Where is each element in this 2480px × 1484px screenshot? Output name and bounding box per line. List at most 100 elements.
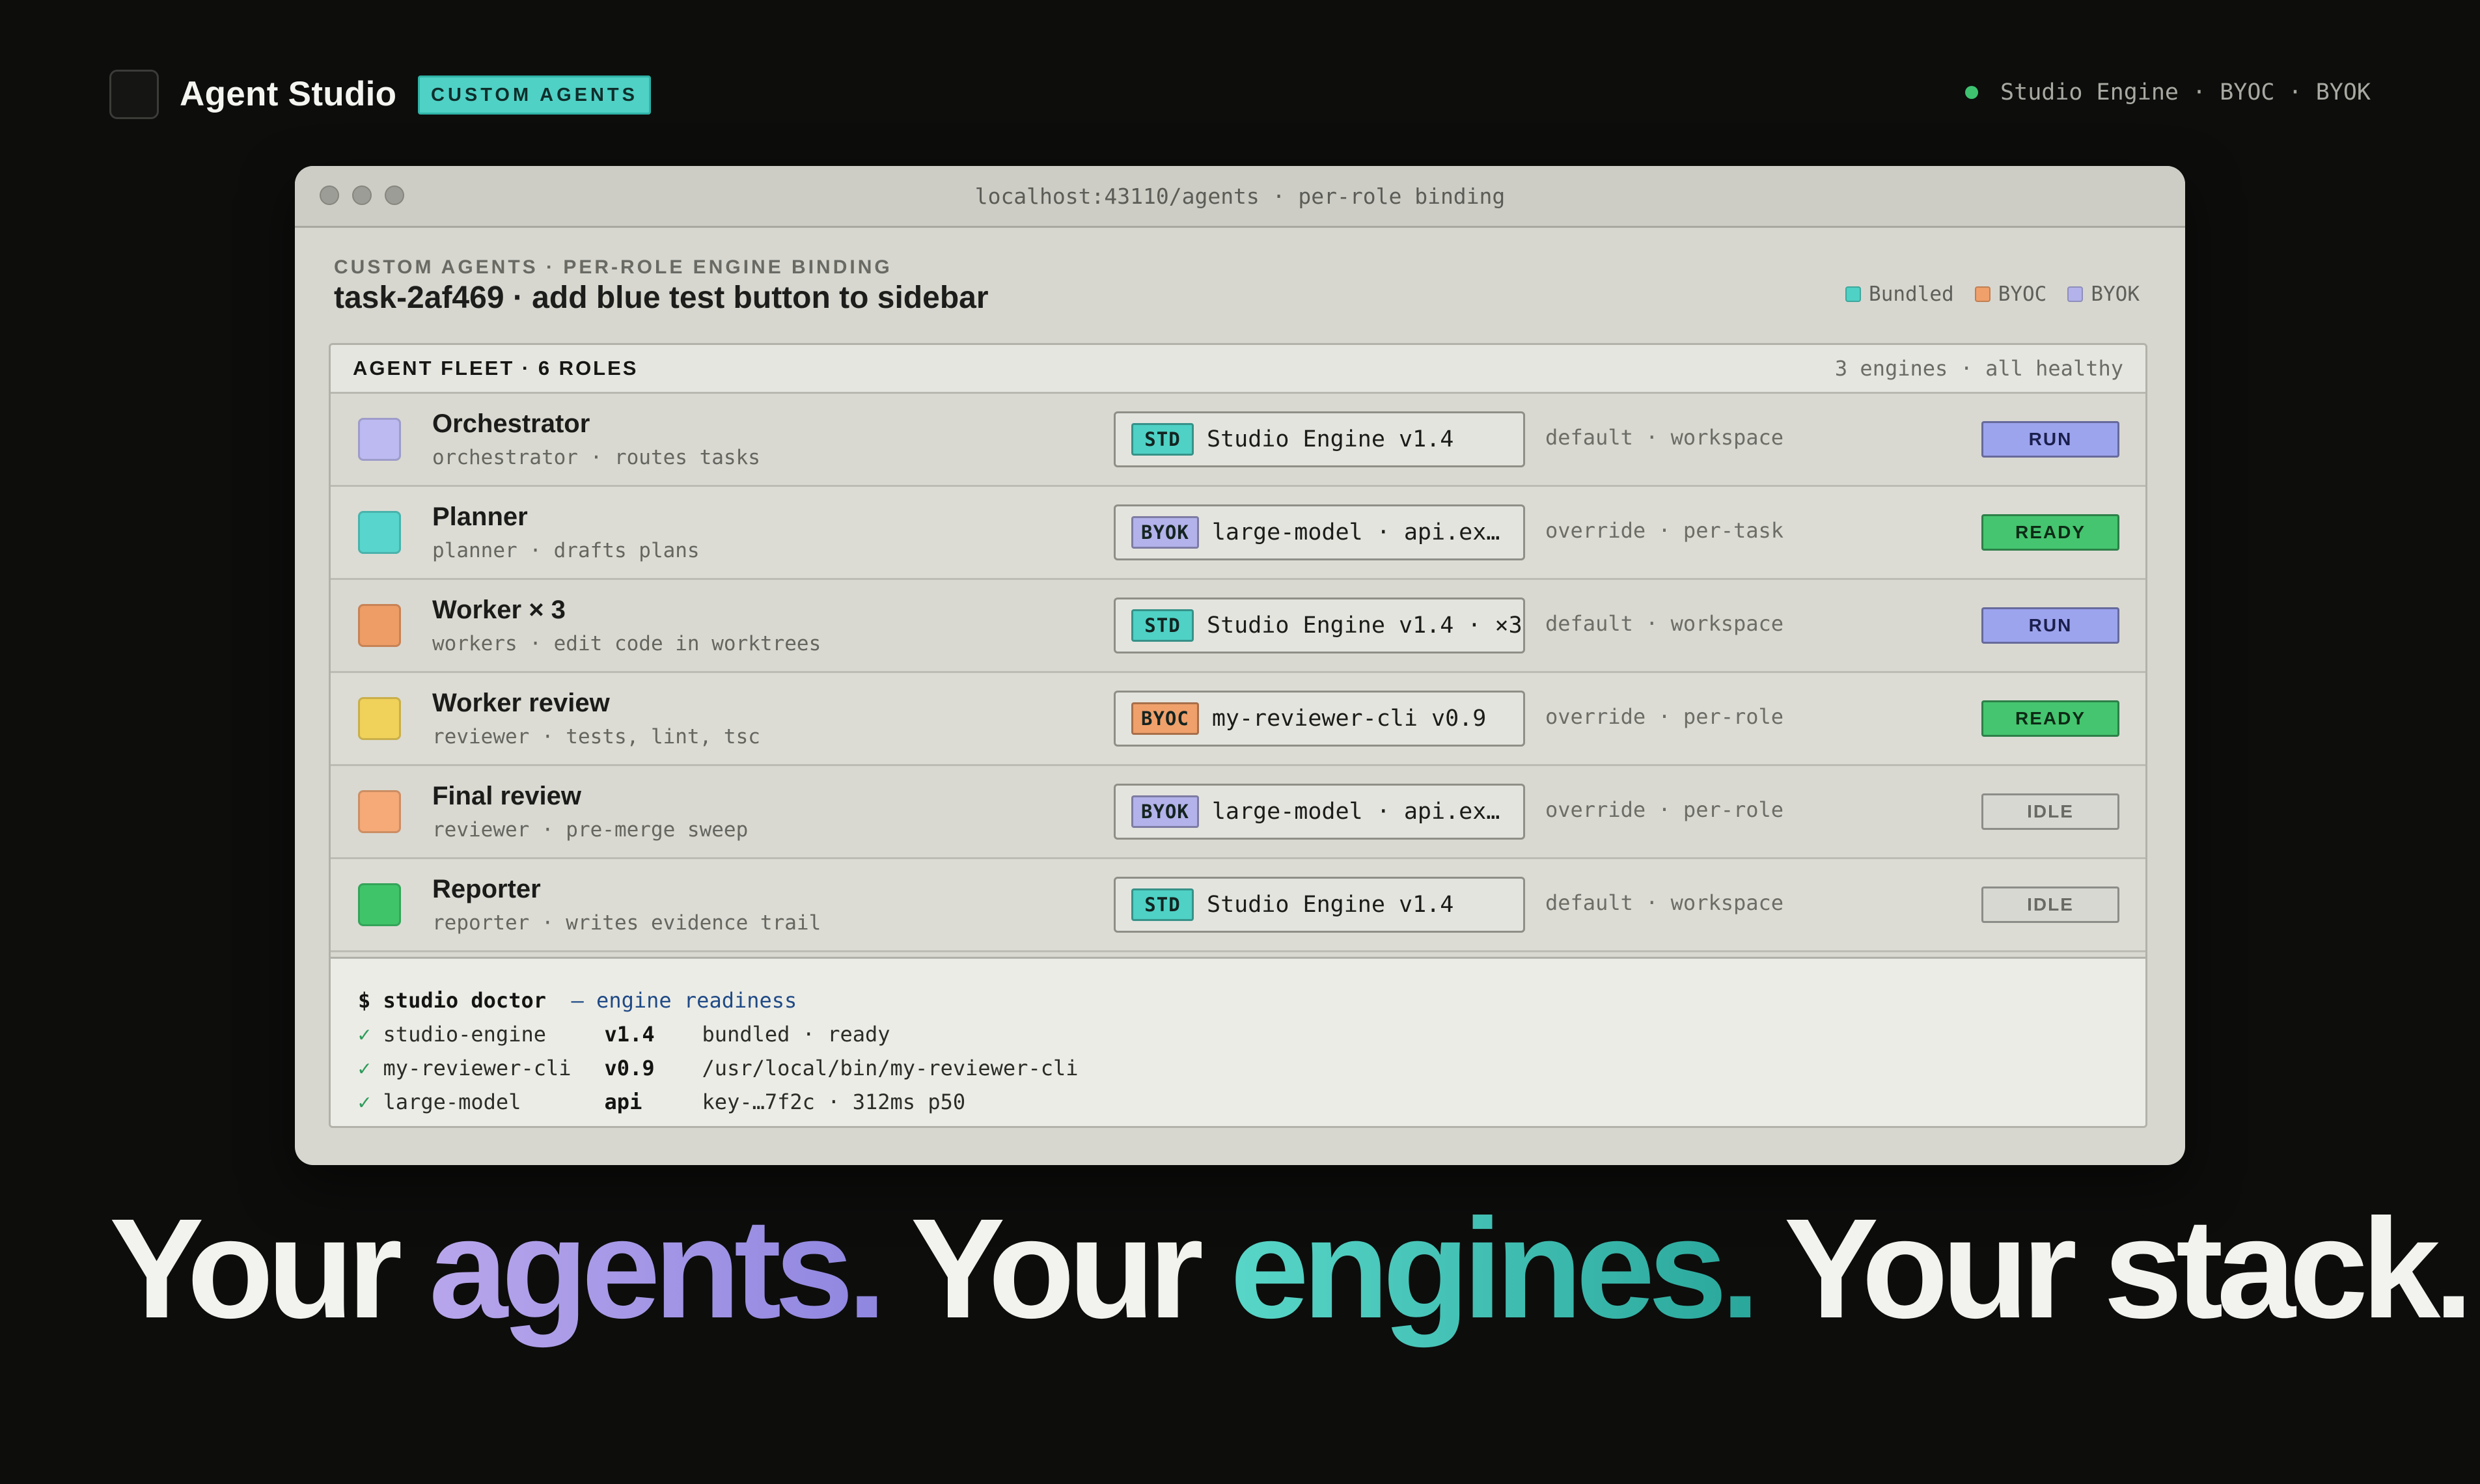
- check-icon: ✓: [358, 1022, 371, 1047]
- engine-selector[interactable]: STD Studio Engine v1.4: [1114, 411, 1525, 467]
- agent-role-list: Orchestrator orchestrator · routes tasks S…: [331, 394, 2145, 952]
- byok-swatch-icon: [2067, 286, 2084, 302]
- role-state-button[interactable]: IDLE: [1981, 886, 2119, 923]
- doctor-check-row: ✓ my-reviewer-cli v0.9/usr/local/bin/my-r…: [358, 1051, 2119, 1085]
- address-bar[interactable]: localhost:43110/agents · per-role bindin…: [295, 166, 2185, 226]
- custom-agents-badge: CUSTOM AGENTS: [418, 76, 651, 115]
- legend-label: BYOK: [2091, 282, 2140, 306]
- engine-type-tag: BYOK: [1131, 795, 1199, 828]
- window-titlebar: localhost:43110/agents · per-role bindin…: [295, 166, 2185, 228]
- legend-label: Bundled: [1869, 282, 1954, 306]
- bundled-swatch-icon: [1845, 286, 1862, 302]
- hero-agents-highlight: agents.: [428, 1190, 887, 1348]
- role-description: reporter · writes evidence trail: [432, 911, 821, 935]
- engine-selector[interactable]: BYOK large-model · api.ex…: [1114, 504, 1525, 560]
- legend-item-byok: BYOK: [2067, 282, 2140, 306]
- engine-type-tag: BYOK: [1131, 516, 1199, 549]
- legend-item-bundled: Bundled: [1845, 282, 1954, 306]
- doctor-terminal: $ studio doctor — engine readiness ✓ stu…: [331, 957, 2145, 1126]
- engine-name: large-model · api.ex…: [1211, 519, 1500, 545]
- page-content: CUSTOM AGENTS · PER-ROLE ENGINE BINDING …: [329, 254, 2147, 1165]
- engine-name: Studio Engine v1.4: [1207, 426, 1454, 452]
- engine-name: Studio Engine v1.4: [1207, 892, 1454, 918]
- hero-part: Your stack.: [1754, 1190, 2473, 1348]
- hero-engines-highlight: engines.: [1230, 1190, 1760, 1348]
- check-name: large-model: [383, 1090, 521, 1114]
- engine-legend: Bundled BYOC BYOK: [1825, 282, 2140, 306]
- engine-type-tag: STD: [1131, 423, 1194, 456]
- check-version: v1.4: [604, 1022, 655, 1047]
- agent-role-row[interactable]: Worker × 3 workers · edit code in worktre…: [331, 580, 2145, 673]
- role-name: Worker review: [432, 689, 610, 717]
- engine-type-tag: STD: [1131, 888, 1194, 921]
- role-state-button[interactable]: READY: [1981, 514, 2119, 551]
- check-icon: ✓: [358, 1056, 371, 1080]
- terminal-command-line: $ studio doctor — engine readiness: [358, 983, 2119, 1017]
- engine-status: Studio Engine · BYOC · BYOK: [1965, 79, 2371, 105]
- engine-selector[interactable]: STD Studio Engine v1.4 · ×3: [1114, 598, 1525, 653]
- role-name: Orchestrator: [432, 409, 590, 438]
- role-color-icon: [358, 418, 401, 461]
- hero-tagline: Your agents. Your engines. Your stack.: [109, 1190, 2473, 1348]
- app-title: Agent Studio: [180, 75, 397, 113]
- agent-role-row[interactable]: Final review reviewer · pre-merge sweep BY…: [331, 766, 2145, 859]
- terminal-prompt: $ studio doctor: [358, 988, 546, 1013]
- engine-selector[interactable]: BYOC my-reviewer-cli v0.9: [1114, 691, 1525, 747]
- role-color-icon: [358, 697, 401, 740]
- role-name: Planner: [432, 502, 528, 531]
- engine-selector[interactable]: STD Studio Engine v1.4: [1114, 877, 1525, 933]
- status-dot-icon: [1965, 86, 1979, 99]
- agent-role-row[interactable]: Orchestrator orchestrator · routes tasks S…: [331, 394, 2145, 487]
- engine-name: Studio Engine v1.4 · ×3: [1207, 612, 1522, 639]
- role-color-icon: [358, 604, 401, 647]
- role-color-icon: [358, 790, 401, 833]
- legend-label: BYOC: [1998, 282, 2047, 306]
- browser-window: localhost:43110/agents · per-role bindin…: [295, 166, 2185, 1165]
- role-name: Final review: [432, 782, 581, 810]
- role-color-icon: [358, 883, 401, 926]
- role-state-button[interactable]: RUN: [1981, 421, 2119, 458]
- engine-name: large-model · api.ex…: [1211, 799, 1500, 825]
- agent-role-row[interactable]: Reporter reporter · writes evidence trail…: [331, 859, 2145, 952]
- binding-scope: default · workspace: [1545, 890, 1784, 915]
- terminal-note: — engine readiness: [571, 988, 797, 1013]
- check-detail: bundled · ready: [702, 1022, 890, 1047]
- fleet-health: 3 engines · all healthy: [1834, 356, 2123, 381]
- role-description: orchestrator · routes tasks: [432, 446, 760, 469]
- check-icon: ✓: [358, 1090, 371, 1114]
- engine-status-text: Studio Engine · BYOC · BYOK: [2000, 79, 2371, 105]
- role-description: reviewer · tests, lint, tsc: [432, 725, 760, 749]
- binding-scope: override · per-role: [1545, 704, 1784, 729]
- check-version: v0.9: [604, 1056, 655, 1080]
- check-detail: key-…7f2c · 312ms p50: [702, 1090, 966, 1114]
- engine-type-tag: BYOC: [1131, 702, 1199, 735]
- check-version: api: [604, 1090, 642, 1114]
- byoc-swatch-icon: [1974, 286, 1991, 302]
- role-description: reviewer · pre-merge sweep: [432, 818, 749, 842]
- engine-name: my-reviewer-cli v0.9: [1211, 706, 1487, 732]
- app-logo: [109, 70, 159, 119]
- check-name: studio-engine: [383, 1022, 546, 1047]
- fleet-title: AGENT FLEET · 6 ROLES: [353, 357, 639, 379]
- engine-type-tag: STD: [1131, 609, 1194, 642]
- role-description: workers · edit code in worktrees: [432, 632, 821, 655]
- role-state-button[interactable]: IDLE: [1981, 793, 2119, 830]
- role-name: Worker × 3: [432, 596, 566, 624]
- agent-role-row[interactable]: Worker review reviewer · tests, lint, tsc…: [331, 673, 2145, 766]
- hero-part: Your: [109, 1190, 429, 1348]
- doctor-check-row: ✓ studio-engine v1.4 bundled · ready: [358, 1017, 2119, 1051]
- engine-selector[interactable]: BYOK large-model · api.ex…: [1114, 784, 1525, 840]
- hero-part: Your: [880, 1190, 1230, 1348]
- agent-fleet-panel: AGENT FLEET · 6 ROLES 3 engines · all he…: [329, 343, 2147, 1128]
- role-state-button[interactable]: RUN: [1981, 607, 2119, 644]
- role-state-button[interactable]: READY: [1981, 700, 2119, 737]
- fleet-header: AGENT FLEET · 6 ROLES 3 engines · all he…: [331, 345, 2145, 394]
- page-eyebrow: CUSTOM AGENTS · PER-ROLE ENGINE BINDING: [334, 256, 892, 278]
- legend-item-byoc: BYOC: [1974, 282, 2047, 306]
- binding-scope: override · per-role: [1545, 797, 1784, 822]
- role-color-icon: [358, 511, 401, 554]
- binding-scope: default · workspace: [1545, 425, 1784, 450]
- check-name: my-reviewer-cli: [383, 1056, 572, 1080]
- binding-scope: override · per-task: [1545, 518, 1784, 543]
- agent-role-row[interactable]: Planner planner · drafts plans BYOK large-m…: [331, 487, 2145, 580]
